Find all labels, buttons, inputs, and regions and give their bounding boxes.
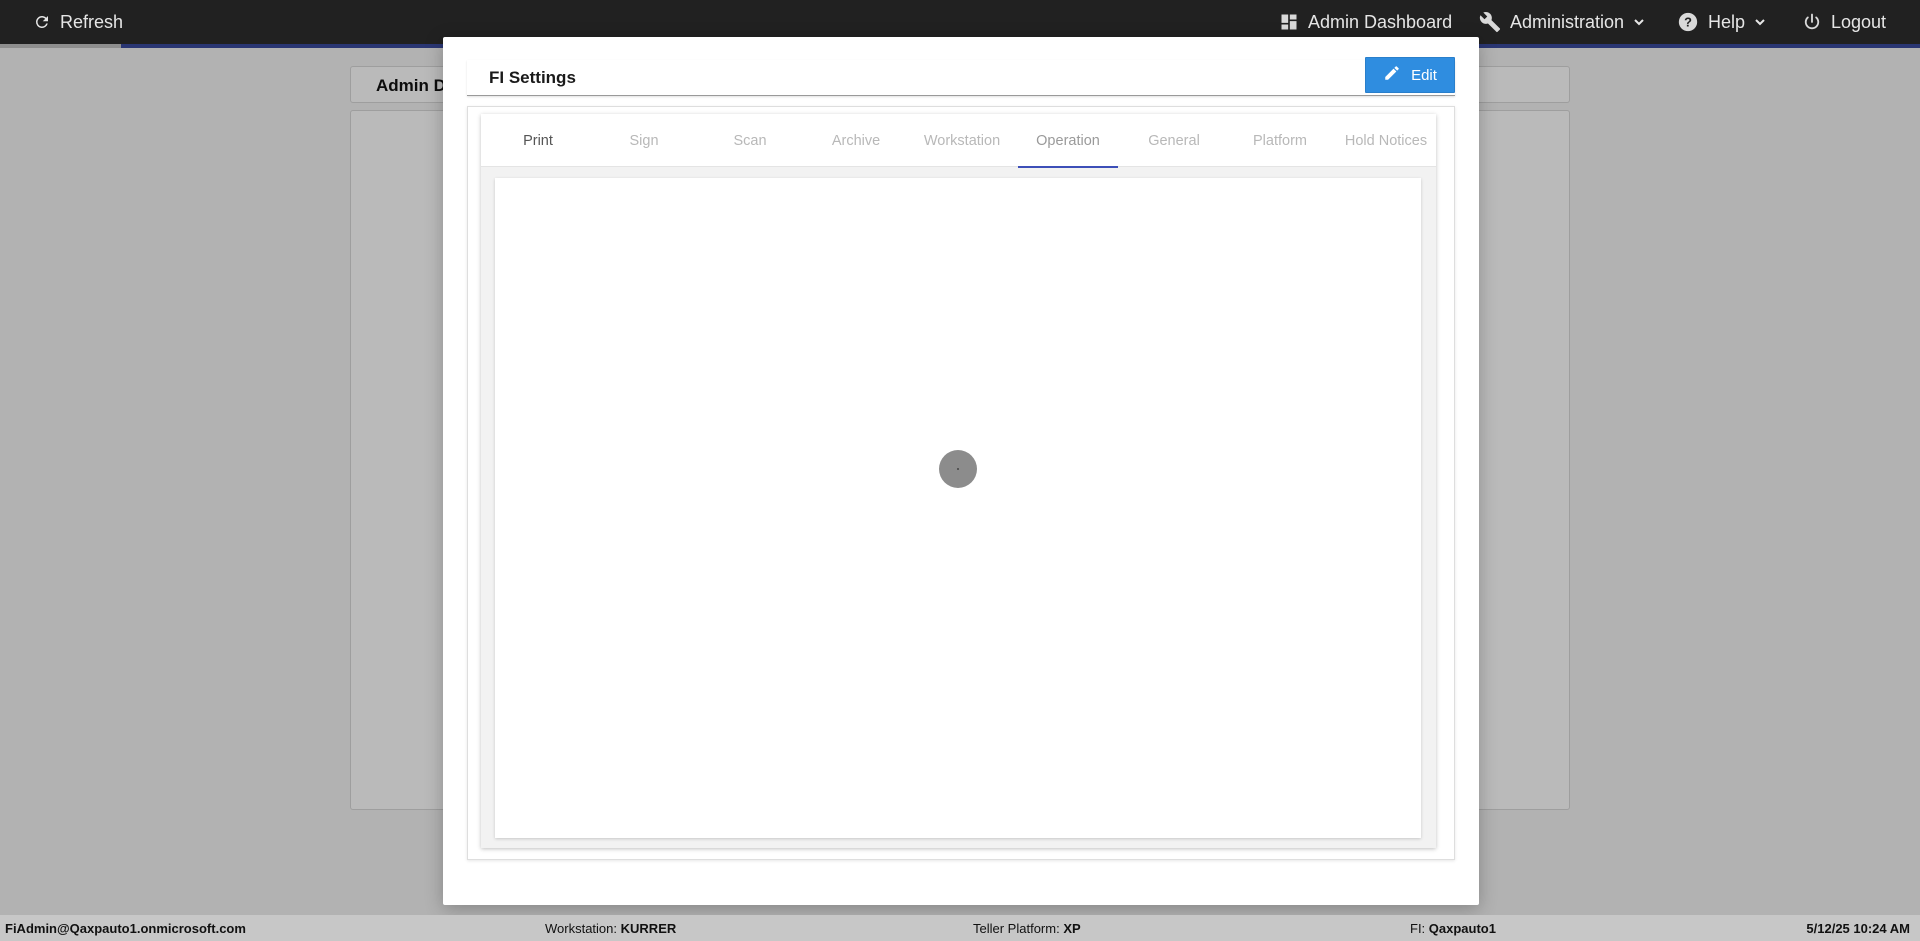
- refresh-label: Refresh: [60, 11, 124, 32]
- tab-hold-notices[interactable]: Hold Notices: [1336, 114, 1436, 167]
- settings-tab-card: Print Sign Scan Archive Workstation Oper…: [481, 114, 1436, 848]
- wrench-icon: [1479, 11, 1501, 33]
- pencil-icon: [1383, 64, 1401, 86]
- workstation-label: Workstation:: [545, 921, 618, 936]
- loading-spinner: [939, 450, 977, 488]
- fi-value: Qaxpauto1: [1428, 921, 1496, 936]
- admin-dashboard-label: Admin Dashboard: [1308, 11, 1453, 32]
- modal-header: FI Settings Edit: [467, 57, 1455, 96]
- fi-label: FI:: [1410, 921, 1426, 936]
- modal-panel: Print Sign Scan Archive Workstation Oper…: [467, 106, 1455, 860]
- status-workstation: Workstation: KURRER: [545, 921, 676, 936]
- tab-archive[interactable]: Archive: [806, 114, 906, 167]
- tab-scan[interactable]: Scan: [700, 114, 800, 167]
- status-datetime: 5/12/25 10:24 AM: [1806, 921, 1910, 936]
- workstation-value: KURRER: [620, 921, 677, 936]
- status-bar: FiAdmin@Qaxpauto1.onmicrosoft.com Workst…: [0, 915, 1920, 941]
- svg-text:?: ?: [1684, 15, 1692, 30]
- tab-print[interactable]: Print: [488, 114, 588, 167]
- logout-button[interactable]: Logout: [1802, 0, 1886, 44]
- administration-label: Administration: [1510, 11, 1625, 32]
- tab-content-area: [495, 178, 1421, 838]
- modal-title: FI Settings: [489, 68, 576, 87]
- platform-label: Teller Platform:: [973, 921, 1060, 936]
- tab-bar: Print Sign Scan Archive Workstation Oper…: [481, 114, 1436, 168]
- status-teller-platform: Teller Platform: XP: [973, 921, 1081, 936]
- spinner-dot: [957, 468, 959, 470]
- power-icon: [1802, 12, 1822, 32]
- platform-value: XP: [1063, 921, 1081, 936]
- help-icon: ?: [1677, 11, 1699, 33]
- tab-general[interactable]: General: [1124, 114, 1224, 167]
- fi-settings-modal: FI Settings Edit Print Sign Scan Archive…: [443, 37, 1479, 905]
- dashboard-icon: [1279, 12, 1299, 32]
- chevron-down-icon: [1754, 16, 1766, 28]
- tab-operation[interactable]: Operation: [1018, 114, 1118, 168]
- administration-menu[interactable]: Administration: [1479, 0, 1645, 44]
- tab-workstation[interactable]: Workstation: [912, 114, 1012, 167]
- refresh-icon: [33, 13, 51, 31]
- edit-button[interactable]: Edit: [1365, 57, 1455, 93]
- tab-platform[interactable]: Platform: [1230, 114, 1330, 167]
- refresh-button[interactable]: Refresh: [33, 0, 123, 44]
- status-user: FiAdmin@Qaxpauto1.onmicrosoft.com: [5, 921, 246, 936]
- chevron-down-icon: [1633, 16, 1645, 28]
- tab-sign[interactable]: Sign: [594, 114, 694, 167]
- help-label: Help: [1708, 11, 1746, 32]
- edit-label: Edit: [1411, 66, 1437, 84]
- help-menu[interactable]: ? Help: [1677, 0, 1766, 44]
- logout-label: Logout: [1831, 11, 1887, 32]
- status-fi: FI: Qaxpauto1: [1410, 921, 1496, 936]
